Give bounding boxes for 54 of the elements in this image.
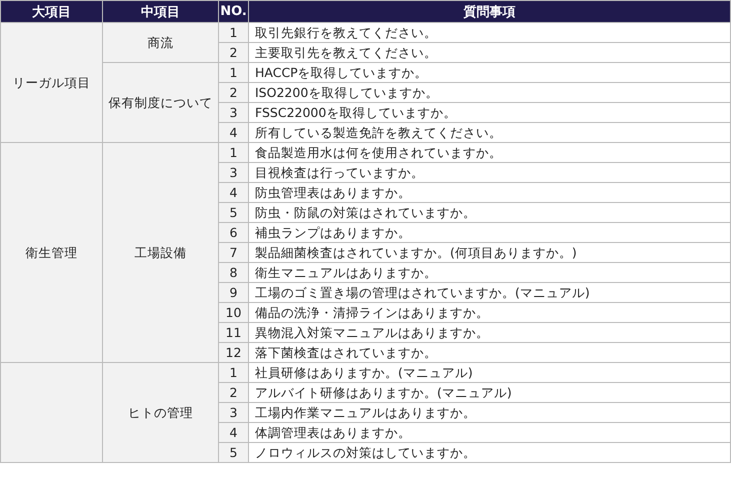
question-cell: 備品の洗浄・清掃ラインはありますか。 bbox=[248, 302, 730, 322]
question-cell: アルバイト研修はありますか。(マニュアル) bbox=[248, 382, 730, 402]
subcategory-cell: ヒトの管理 bbox=[102, 362, 218, 462]
number-cell: 2 bbox=[218, 382, 248, 402]
number-cell: 1 bbox=[218, 142, 248, 162]
category-cell: リーガル項目 bbox=[0, 22, 102, 142]
question-cell: 異物混入対策マニュアルはありますか。 bbox=[248, 322, 730, 342]
column-header: 質問事項 bbox=[248, 0, 730, 22]
question-cell: 防虫管理表はありますか。 bbox=[248, 182, 730, 202]
number-cell: 4 bbox=[218, 422, 248, 442]
question-cell: 落下菌検査はされていますか。 bbox=[248, 342, 730, 362]
number-cell: 3 bbox=[218, 162, 248, 182]
question-cell: HACCPを取得していますか。 bbox=[248, 62, 730, 82]
number-cell: 6 bbox=[218, 222, 248, 242]
question-cell: 社員研修はありますか。(マニュアル) bbox=[248, 362, 730, 382]
subcategory-cell: 商流 bbox=[102, 22, 218, 62]
question-cell: 衛生マニュアルはありますか。 bbox=[248, 262, 730, 282]
number-cell: 2 bbox=[218, 42, 248, 62]
number-cell: 7 bbox=[218, 242, 248, 262]
subcategory-cell: 工場設備 bbox=[102, 142, 218, 362]
number-cell: 4 bbox=[218, 122, 248, 142]
number-cell: 5 bbox=[218, 202, 248, 222]
question-cell: 防虫・防鼠の対策はされていますか。 bbox=[248, 202, 730, 222]
number-cell: 1 bbox=[218, 362, 248, 382]
question-cell: 食品製造用水は何を使用されていますか。 bbox=[248, 142, 730, 162]
number-cell: 10 bbox=[218, 302, 248, 322]
question-cell: 主要取引先を教えてください。 bbox=[248, 42, 730, 62]
question-cell: 補虫ランプはありますか。 bbox=[248, 222, 730, 242]
column-header: NO. bbox=[218, 0, 248, 22]
question-cell: FSSC22000を取得していますか。 bbox=[248, 102, 730, 122]
number-cell: 12 bbox=[218, 342, 248, 362]
number-cell: 8 bbox=[218, 262, 248, 282]
number-cell: 1 bbox=[218, 62, 248, 82]
question-cell: 工場のゴミ置き場の管理はされていますか。(マニュアル) bbox=[248, 282, 730, 302]
number-cell: 3 bbox=[218, 402, 248, 422]
number-cell: 5 bbox=[218, 442, 248, 462]
question-cell: 目視検査は行っていますか。 bbox=[248, 162, 730, 182]
column-header: 中項目 bbox=[102, 0, 218, 22]
subcategory-cell: 保有制度について bbox=[102, 62, 218, 142]
number-cell: 9 bbox=[218, 282, 248, 302]
question-cell: ノロウィルスの対策はしていますか。 bbox=[248, 442, 730, 462]
category-cell: 衛生管理 bbox=[0, 142, 102, 362]
question-cell: 所有している製造免許を教えてください。 bbox=[248, 122, 730, 142]
column-header: 大項目 bbox=[0, 0, 102, 22]
number-cell: 11 bbox=[218, 322, 248, 342]
number-cell: 3 bbox=[218, 102, 248, 122]
question-cell: ISO2200を取得していますか。 bbox=[248, 82, 730, 102]
question-cell: 工場内作業マニュアルはありますか。 bbox=[248, 402, 730, 422]
number-cell: 2 bbox=[218, 82, 248, 102]
question-cell: 体調管理表はありますか。 bbox=[248, 422, 730, 442]
question-cell: 取引先銀行を教えてください。 bbox=[248, 22, 730, 42]
question-cell: 製品細菌検査はされていますか。(何項目ありますか。) bbox=[248, 242, 730, 262]
number-cell: 4 bbox=[218, 182, 248, 202]
number-cell: 1 bbox=[218, 22, 248, 42]
